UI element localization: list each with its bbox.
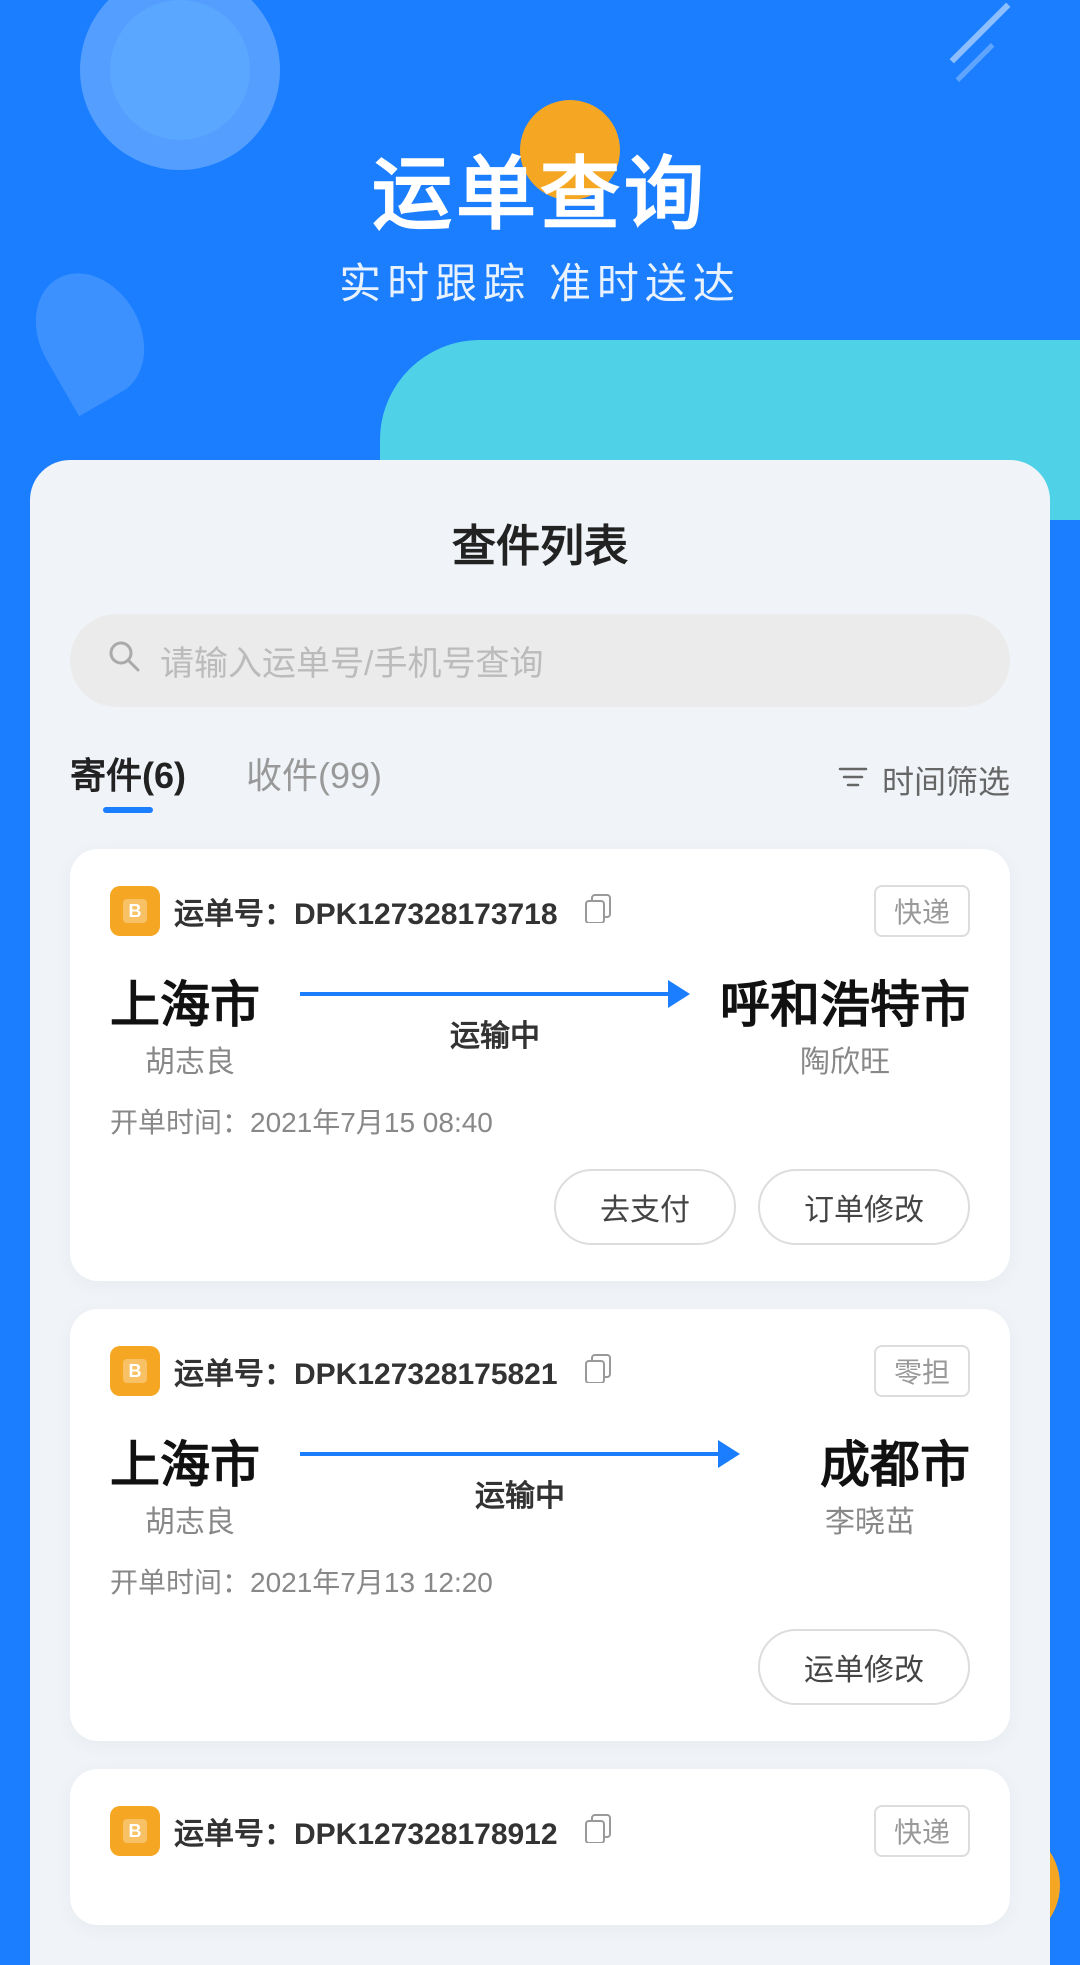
order-route-1: 上海市 胡志良 运输中 呼和浩特市 陶欣旺 — [110, 965, 970, 1081]
order-type-badge-1: 快递 — [874, 885, 970, 937]
order-icon-1: B — [110, 886, 160, 936]
svg-text:B: B — [129, 1361, 142, 1381]
order-type-badge-3: 快递 — [874, 1805, 970, 1857]
main-card: 查件列表 请输入运单号/手机号查询 寄件(6) 收件(99) 时间筛选 — [30, 460, 1050, 1965]
copy-icon-2[interactable] — [582, 1351, 614, 1391]
order-card-3: B 运单号：DPK127328178912 快递 — [70, 1769, 1010, 1925]
svg-text:B: B — [129, 1821, 142, 1841]
search-icon — [106, 638, 142, 683]
filter-icon — [836, 759, 870, 802]
order-icon-3: B — [110, 1806, 160, 1856]
copy-icon-3[interactable] — [582, 1811, 614, 1851]
to-city-1: 呼和浩特市 — [720, 965, 970, 1037]
arrow-line-1 — [300, 992, 670, 996]
copy-icon-1[interactable] — [582, 891, 614, 931]
order-header-1: B 运单号：DPK127328173718 快递 — [110, 885, 970, 937]
route-arrow-1 — [300, 991, 690, 997]
route-to-1: 呼和浩特市 陶欣旺 — [720, 965, 970, 1081]
from-city-1: 上海市 — [110, 965, 270, 1037]
from-city-2: 上海市 — [110, 1425, 270, 1497]
order-header-left-1: B 运单号：DPK127328173718 — [110, 886, 614, 936]
order-time-2: 开单时间：2021年7月13 12:20 — [110, 1561, 970, 1601]
order-actions-1: 去支付 订单修改 — [110, 1169, 970, 1245]
route-arrow-2 — [300, 1451, 740, 1457]
order-type-badge-2: 零担 — [874, 1345, 970, 1397]
route-from-1: 上海市 胡志良 — [110, 965, 270, 1081]
filter-label: 时间筛选 — [882, 757, 1010, 803]
order-icon-2: B — [110, 1346, 160, 1396]
order-number-label-2: 运单号：DPK127328175821 — [174, 1349, 558, 1393]
order-number-label-1: 运单号：DPK127328173718 — [174, 889, 558, 933]
edit-order-button-2[interactable]: 运单修改 — [758, 1629, 970, 1705]
search-bar[interactable]: 请输入运单号/手机号查询 — [70, 614, 1010, 707]
arrow-line-2 — [300, 1452, 720, 1456]
order-actions-2: 运单修改 — [110, 1629, 970, 1705]
svg-text:B: B — [129, 901, 142, 921]
tab-sent[interactable]: 寄件(6) — [70, 747, 186, 813]
search-placeholder: 请输入运单号/手机号查询 — [160, 636, 543, 685]
route-from-2: 上海市 胡志良 — [110, 1425, 270, 1541]
order-header-3: B 运单号：DPK127328178912 快递 — [110, 1805, 970, 1857]
to-person-2: 李晓茁 — [770, 1497, 970, 1541]
order-header-left-3: B 运单号：DPK127328178912 — [110, 1806, 614, 1856]
order-number-label-3: 运单号：DPK127328178912 — [174, 1809, 558, 1853]
card-title: 查件列表 — [70, 510, 1010, 574]
edit-order-button-1[interactable]: 订单修改 — [758, 1169, 970, 1245]
tab-received[interactable]: 收件(99) — [246, 747, 382, 813]
to-person-1: 陶欣旺 — [720, 1037, 970, 1081]
hero-title: 运单查询 — [0, 130, 1080, 246]
route-status-1: 运输中 — [450, 1011, 540, 1055]
order-time-1: 开单时间：2021年7月15 08:40 — [110, 1101, 970, 1141]
tab-filter[interactable]: 时间筛选 — [836, 757, 1010, 803]
to-city-2: 成都市 — [770, 1425, 970, 1497]
arrow-head-2 — [718, 1440, 740, 1468]
hero-subtitle: 实时跟踪 准时送达 — [0, 250, 1080, 311]
order-card-1: B 运单号：DPK127328173718 快递 上海市 胡志良 — [70, 849, 1010, 1281]
order-card-2: B 运单号：DPK127328175821 零担 上海市 胡志良 — [70, 1309, 1010, 1741]
from-person-1: 胡志良 — [110, 1037, 270, 1081]
tabs-bar: 寄件(6) 收件(99) 时间筛选 — [70, 747, 1010, 813]
arrow-head-1 — [668, 980, 690, 1008]
route-status-2: 运输中 — [475, 1471, 565, 1515]
pay-button-1[interactable]: 去支付 — [554, 1169, 736, 1245]
order-route-2: 上海市 胡志良 运输中 成都市 李晓茁 — [110, 1425, 970, 1541]
order-header-left-2: B 运单号：DPK127328175821 — [110, 1346, 614, 1396]
route-middle-2: 运输中 — [270, 1451, 770, 1515]
route-middle-1: 运输中 — [270, 991, 720, 1055]
order-header-2: B 运单号：DPK127328175821 零担 — [110, 1345, 970, 1397]
hero-section: 运单查询 实时跟踪 准时送达 — [0, 0, 1080, 520]
from-person-2: 胡志良 — [110, 1497, 270, 1541]
route-to-2: 成都市 李晓茁 — [770, 1425, 970, 1541]
